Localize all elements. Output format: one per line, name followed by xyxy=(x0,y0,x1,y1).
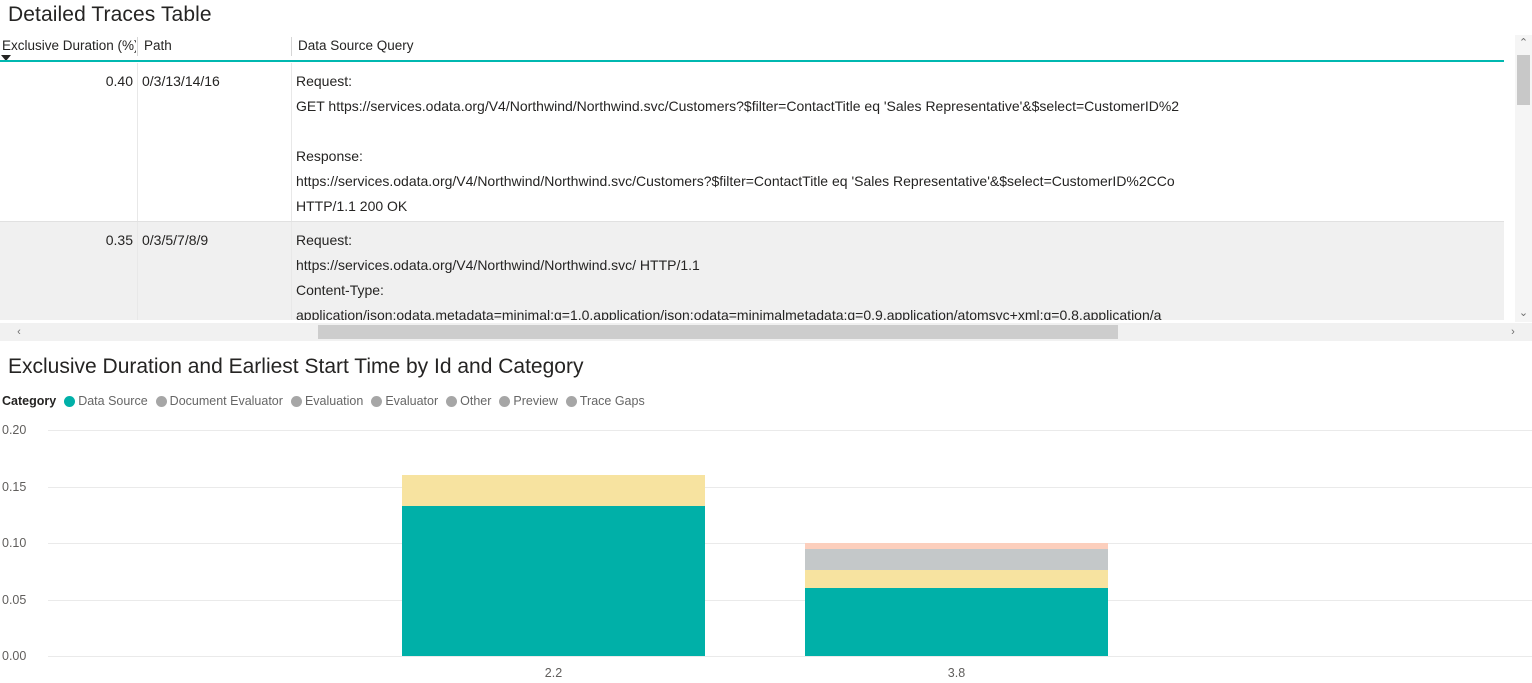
legend-color-swatch-icon xyxy=(446,396,457,407)
cell-path: 0/3/13/14/16 xyxy=(142,63,292,94)
cell-divider xyxy=(137,63,138,222)
header-divider xyxy=(291,37,292,56)
legend-item[interactable]: Evaluation xyxy=(291,394,363,408)
cell-data-source-query: Request: https://services.odata.org/V4/N… xyxy=(296,222,1504,320)
horizontal-scrollbar-thumb[interactable] xyxy=(318,325,1118,339)
bar[interactable] xyxy=(805,430,1108,656)
query-line: https://services.odata.org/V4/Northwind/… xyxy=(296,169,1504,194)
header-underline xyxy=(0,60,1504,62)
legend-color-swatch-icon xyxy=(371,396,382,407)
gridline xyxy=(48,430,1532,431)
chevron-right-icon[interactable]: › xyxy=(1504,323,1522,341)
traces-table: Exclusive Duration (%) Path Data Source … xyxy=(0,35,1532,341)
chevron-left-icon[interactable]: ‹ xyxy=(10,323,28,341)
cell-divider xyxy=(291,222,292,320)
column-header-label: Exclusive Duration (%) xyxy=(2,38,136,53)
legend-color-swatch-icon xyxy=(156,396,167,407)
cell-data-source-query: Request: GET https://services.odata.org/… xyxy=(296,63,1504,219)
x-axis-tick-label: 3.8 xyxy=(805,666,1108,680)
gridline xyxy=(48,656,1532,657)
y-axis-tick-label: 0.00 xyxy=(2,650,42,662)
legend-item[interactable]: Trace Gaps xyxy=(566,394,645,408)
query-line: application/json;odata.metadata=minimal;… xyxy=(296,303,1504,320)
legend-item[interactable]: Evaluator xyxy=(371,394,438,408)
query-line: https://services.odata.org/V4/Northwind/… xyxy=(296,253,1504,278)
cell-path: 0/3/5/7/8/9 xyxy=(142,222,292,253)
detailed-traces-table-visual: Detailed Traces Table Exclusive Duration… xyxy=(0,0,1532,341)
legend-item-label: Evaluation xyxy=(305,394,363,408)
query-line: Request: xyxy=(296,228,1504,253)
legend-item[interactable]: Preview xyxy=(499,394,557,408)
table-vertical-scrollbar[interactable]: ⌃ ⌄ xyxy=(1515,35,1532,322)
legend-item-label: Preview xyxy=(513,394,557,408)
legend-title: Category xyxy=(2,394,56,408)
query-line: Content-Type: xyxy=(296,278,1504,303)
table-visual-title: Detailed Traces Table xyxy=(8,0,212,30)
legend-color-swatch-icon xyxy=(64,396,75,407)
query-line xyxy=(296,119,1504,144)
bar-segment[interactable] xyxy=(402,475,705,506)
column-header-label: Data Source Query xyxy=(298,38,414,53)
query-line: Response: xyxy=(296,144,1504,169)
cell-exclusive-duration: 0.40 xyxy=(0,63,133,94)
bar-segment[interactable] xyxy=(805,570,1108,589)
bar[interactable] xyxy=(402,430,705,656)
bar-segment[interactable] xyxy=(805,588,1108,656)
gridline xyxy=(48,487,1532,488)
chart-title: Exclusive Duration and Earliest Start Ti… xyxy=(8,352,583,382)
chevron-down-icon[interactable]: ⌄ xyxy=(1515,305,1532,322)
legend-color-swatch-icon xyxy=(291,396,302,407)
bar-segment[interactable] xyxy=(402,506,705,656)
bar-segment[interactable] xyxy=(805,549,1108,570)
x-axis-tick-label: 2.2 xyxy=(402,666,705,680)
table-row[interactable]: 0.40 0/3/13/14/16 Request: GET https://s… xyxy=(0,63,1504,222)
y-axis-tick-label: 0.20 xyxy=(2,424,42,436)
column-header-data-source-query[interactable]: Data Source Query xyxy=(296,35,1486,57)
table-body: 0.40 0/3/13/14/16 Request: GET https://s… xyxy=(0,63,1504,320)
table-horizontal-scrollbar[interactable]: ‹ › xyxy=(0,323,1532,341)
gridline xyxy=(48,600,1532,601)
y-axis-tick-label: 0.05 xyxy=(2,594,42,606)
y-axis-tick-label: 0.15 xyxy=(2,481,42,493)
legend-item-label: Trace Gaps xyxy=(580,394,645,408)
legend-item-label: Other xyxy=(460,394,491,408)
query-line: HTTP/1.1 200 OK xyxy=(296,194,1504,219)
legend-item-label: Document Evaluator xyxy=(170,394,283,408)
cell-divider xyxy=(291,63,292,222)
column-header-exclusive-duration[interactable]: Exclusive Duration (%) xyxy=(0,35,136,57)
column-header-path[interactable]: Path xyxy=(142,35,290,57)
legend-item-label: Data Source xyxy=(78,394,147,408)
stacked-bar-chart-visual: Exclusive Duration and Earliest Start Ti… xyxy=(0,348,1532,683)
legend-item[interactable]: Document Evaluator xyxy=(156,394,283,408)
column-header-label: Path xyxy=(144,38,172,53)
cell-divider xyxy=(137,222,138,320)
legend-item[interactable]: Other xyxy=(446,394,491,408)
bar-segment[interactable] xyxy=(805,543,1108,549)
chevron-up-icon[interactable]: ⌃ xyxy=(1515,35,1532,52)
legend-color-swatch-icon xyxy=(566,396,577,407)
header-divider xyxy=(137,37,138,56)
chart-plot-area: 0.00 0.05 0.10 0.15 0.20 2.2 3.8 xyxy=(0,418,1532,683)
legend-color-swatch-icon xyxy=(499,396,510,407)
y-axis-tick-label: 0.10 xyxy=(2,537,42,549)
legend-item-label: Evaluator xyxy=(385,394,438,408)
chart-legend: Category Data Source Document Evaluator … xyxy=(2,392,653,410)
query-line: Request: xyxy=(296,69,1504,94)
cell-exclusive-duration: 0.35 xyxy=(0,222,133,253)
gridline xyxy=(48,543,1532,544)
table-row[interactable]: 0.35 0/3/5/7/8/9 Request: https://servic… xyxy=(0,222,1504,320)
vertical-scrollbar-thumb[interactable] xyxy=(1517,55,1530,105)
legend-item[interactable]: Data Source xyxy=(64,394,147,408)
query-line: GET https://services.odata.org/V4/Northw… xyxy=(296,94,1504,119)
